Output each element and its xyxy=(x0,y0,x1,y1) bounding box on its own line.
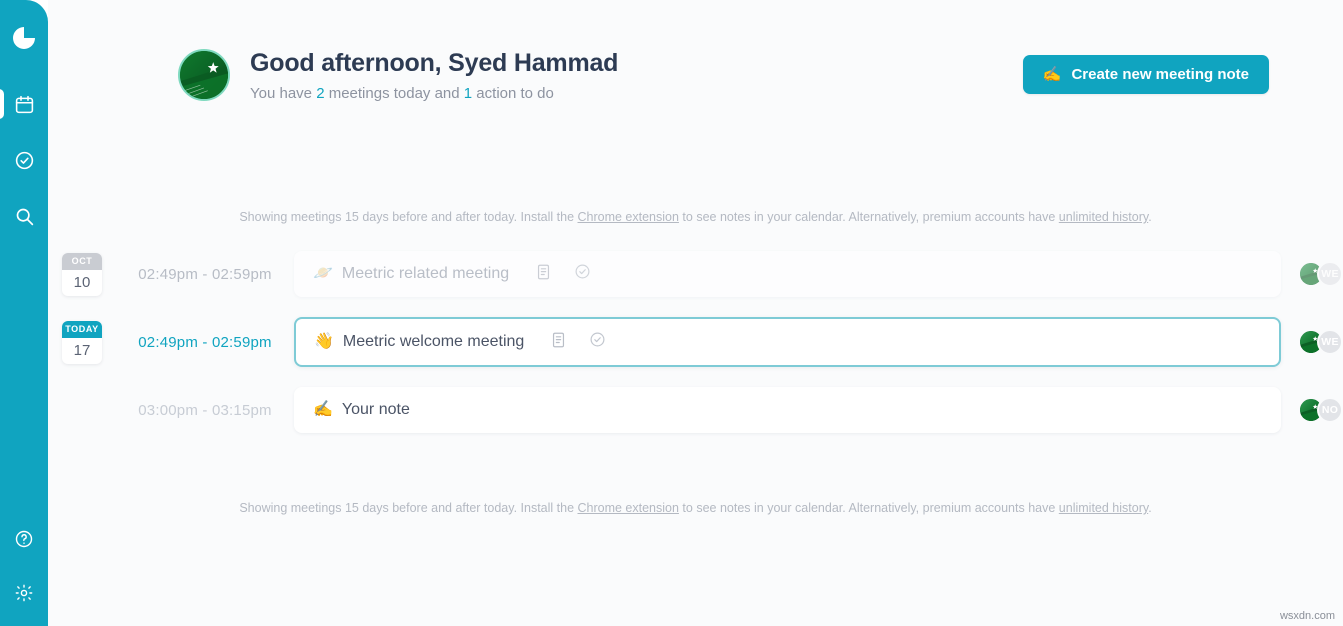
actions-count: 1 xyxy=(464,85,472,102)
subtitle-tail: action to do xyxy=(472,85,554,102)
attendee-avatar[interactable]: NO xyxy=(1317,397,1343,423)
notice-text-2: to see notes in your calendar. Alternati… xyxy=(679,501,1059,515)
meeting-row[interactable]: TODAY17 02:49pm - 02:59pm 👋 Meetric welcome… xyxy=(48,314,1343,370)
meeting-date-cell xyxy=(48,403,116,418)
notice-top: Showing meetings 15 days before and afte… xyxy=(48,209,1343,225)
unlimited-history-link[interactable]: unlimited history xyxy=(1059,501,1148,515)
check-circle-icon[interactable] xyxy=(589,331,606,353)
meeting-row[interactable]: OCT10 02:49pm - 02:59pm 🪐 Meetric related m… xyxy=(48,246,1343,302)
date-badge-day: 17 xyxy=(62,338,102,364)
meetric-logo[interactable] xyxy=(8,22,40,54)
meeting-card-icons xyxy=(550,331,606,354)
sidebar xyxy=(0,0,48,626)
notice-bottom: Showing meetings 15 days before and afte… xyxy=(48,500,1343,516)
meeting-emoji-icon: ✍️ xyxy=(313,402,333,418)
meeting-title: Meetric welcome meeting xyxy=(343,333,524,351)
page-title: Good afternoon, Syed Hammad xyxy=(250,48,618,79)
attendee-avatar[interactable]: WE xyxy=(1317,329,1343,355)
notice-text-3: . xyxy=(1148,501,1151,515)
date-badge: TODAY17 xyxy=(62,321,102,364)
sidebar-item-calendar[interactable] xyxy=(0,76,48,132)
attendee-avatars: NO xyxy=(1298,397,1343,423)
meeting-time: 02:49pm - 02:59pm xyxy=(116,334,294,351)
subtitle-lead: You have xyxy=(250,85,316,102)
notice-text-3: . xyxy=(1148,210,1151,224)
sidebar-bottom-nav xyxy=(0,512,48,626)
meeting-date-cell: OCT10 xyxy=(48,253,116,296)
meeting-list: OCT10 02:49pm - 02:59pm 🪐 Meetric related m… xyxy=(48,246,1343,438)
date-badge-month: OCT xyxy=(62,253,102,270)
subtitle-middle: meetings today and xyxy=(325,85,464,102)
notice-text-1: Showing meetings 15 days before and afte… xyxy=(239,501,577,515)
date-badge-month: TODAY xyxy=(62,321,102,338)
writing-hand-icon: ✍️ xyxy=(1043,67,1062,82)
meeting-card[interactable]: 🪐 Meetric related meeting xyxy=(294,251,1281,297)
calendar-icon xyxy=(14,94,35,115)
meeting-time: 02:49pm - 02:59pm xyxy=(116,266,294,283)
page-content: Good afternoon, Syed Hammad You have 2 m… xyxy=(48,0,1343,626)
notice-text-2: to see notes in your calendar. Alternati… xyxy=(679,210,1059,224)
attendee-avatar[interactable]: WE xyxy=(1317,261,1343,287)
date-badge: OCT10 xyxy=(62,253,102,296)
sidebar-item-help[interactable] xyxy=(0,512,48,566)
notes-icon[interactable] xyxy=(535,263,552,286)
meeting-time: 03:00pm - 03:15pm xyxy=(116,402,294,419)
main-area: Good afternoon, Syed Hammad You have 2 m… xyxy=(48,0,1343,626)
user-avatar[interactable] xyxy=(178,49,230,101)
greeting-subtitle: You have 2 meetings today and 1 action t… xyxy=(250,84,618,103)
attendee-avatars: WE xyxy=(1298,261,1343,287)
chrome-extension-link[interactable]: Chrome extension xyxy=(578,501,679,515)
gear-icon xyxy=(14,583,34,603)
watermark: wsxdn.com xyxy=(1280,610,1335,622)
attendee-avatars: WE xyxy=(1298,329,1343,355)
search-icon xyxy=(14,206,35,227)
check-circle-icon xyxy=(14,150,35,171)
sidebar-item-actions[interactable] xyxy=(0,132,48,188)
greeting-block: Good afternoon, Syed Hammad You have 2 m… xyxy=(250,48,618,103)
chrome-extension-link[interactable]: Chrome extension xyxy=(578,210,679,224)
app-root: Good afternoon, Syed Hammad You have 2 m… xyxy=(0,0,1343,626)
meeting-row[interactable]: 03:00pm - 03:15pm ✍️ Your note NO xyxy=(48,382,1343,438)
sidebar-nav xyxy=(0,76,48,244)
date-badge-day: 10 xyxy=(62,270,102,296)
meeting-title: Your note xyxy=(342,401,410,419)
unlimited-history-link[interactable]: unlimited history xyxy=(1059,210,1148,224)
notes-icon[interactable] xyxy=(550,331,567,354)
sidebar-item-search[interactable] xyxy=(0,188,48,244)
meeting-emoji-icon: 👋 xyxy=(314,334,334,350)
help-circle-icon xyxy=(14,529,34,549)
meetings-count: 2 xyxy=(316,85,324,102)
check-circle-icon[interactable] xyxy=(574,263,591,285)
notice-text-1: Showing meetings 15 days before and afte… xyxy=(239,210,577,224)
meeting-card[interactable]: ✍️ Your note xyxy=(294,387,1281,433)
active-indicator xyxy=(0,89,4,119)
create-new-meeting-note-label: Create new meeting note xyxy=(1071,66,1249,83)
meeting-date-cell: TODAY17 xyxy=(48,321,116,364)
meeting-title: Meetric related meeting xyxy=(342,265,509,283)
meeting-emoji-icon: 🪐 xyxy=(313,266,333,282)
sidebar-item-settings[interactable] xyxy=(0,566,48,620)
meeting-card-icons xyxy=(535,263,591,286)
meeting-card[interactable]: 👋 Meetric welcome meeting xyxy=(294,317,1281,367)
create-new-meeting-note-button[interactable]: ✍️ Create new meeting note xyxy=(1023,55,1269,94)
